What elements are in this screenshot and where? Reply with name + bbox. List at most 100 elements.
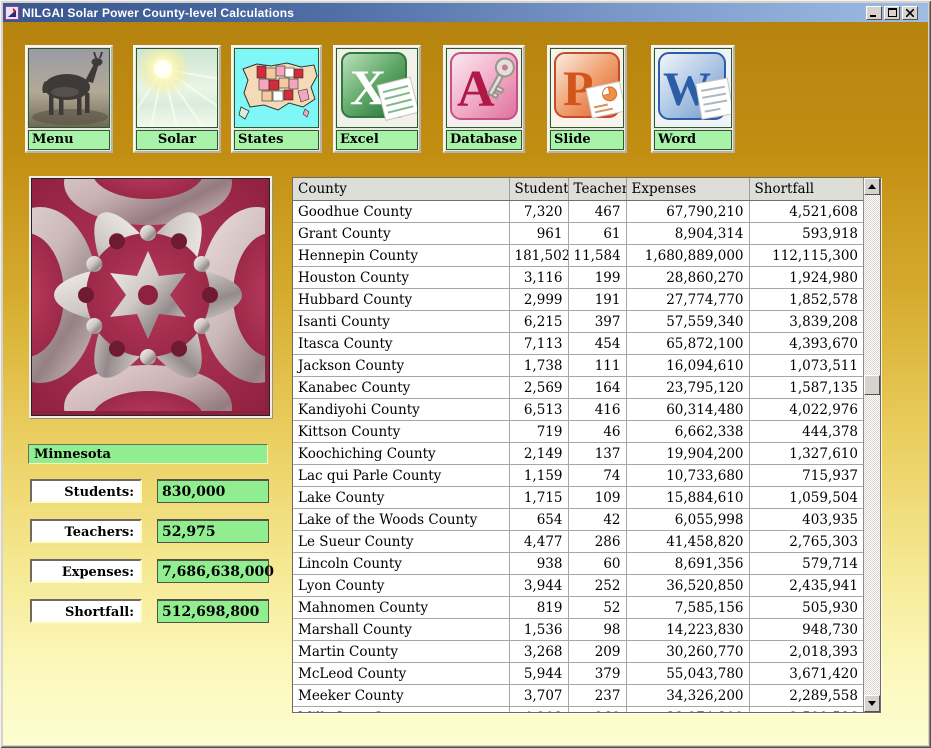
teachers-cell: 42 [568, 508, 627, 531]
table-row[interactable]: Grant County 961 61 8,904,314 593,918 [293, 222, 863, 245]
solar-button[interactable]: Solar [133, 45, 221, 153]
shortfall-cell: 2,599,586 [749, 706, 863, 712]
county-cell: Houston County [293, 266, 510, 289]
teachers-cell: 111 [568, 354, 627, 377]
teachers-cell: 237 [568, 684, 627, 707]
students-cell: 654 [509, 508, 569, 531]
shortfall-cell: 2,018,393 [749, 640, 863, 663]
table-row[interactable]: Kandiyohi County 6,513 416 60,314,480 4,… [293, 398, 863, 421]
county-cell: McLeod County [293, 662, 510, 685]
table-header-row: County Students Teachers Expenses Shortf… [293, 178, 863, 201]
shortfall-cell: 2,435,941 [749, 574, 863, 597]
scrollbar-track[interactable] [864, 195, 880, 695]
county-cell: Martin County [293, 640, 510, 663]
shortfall-cell: 1,059,504 [749, 486, 863, 509]
table-row[interactable]: Meeker County 3,707 237 34,326,200 2,289… [293, 684, 863, 707]
word-icon: W [654, 48, 732, 128]
expenses-column-header[interactable]: Expenses [626, 178, 750, 201]
table-row[interactable]: Houston County 3,116 199 28,860,270 1,92… [293, 266, 863, 289]
expenses-cell: 14,223,830 [626, 618, 750, 641]
students-cell: 4,477 [509, 530, 569, 553]
table-row[interactable]: Kanabec County 2,569 164 23,795,120 1,58… [293, 376, 863, 399]
app-icon [5, 5, 19, 20]
table-row[interactable]: Mahnomen County 819 52 7,585,156 505,930 [293, 596, 863, 619]
table-row[interactable]: Koochiching County 2,149 137 19,904,200 … [293, 442, 863, 465]
table-row[interactable]: Le Sueur County 4,477 286 41,458,820 2,7… [293, 530, 863, 553]
shortfall-cell: 1,852,578 [749, 288, 863, 311]
expenses-cell: 16,094,610 [626, 354, 750, 377]
minimize-button[interactable] [866, 5, 882, 20]
database-button[interactable]: A Database [443, 45, 525, 153]
table-row[interactable]: Goodhue County 7,320 467 67,790,210 4,52… [293, 200, 863, 223]
arrow-down-icon [868, 701, 876, 706]
table-row[interactable]: Jackson County 1,738 111 16,094,610 1,07… [293, 354, 863, 377]
shortfall-cell: 2,765,303 [749, 530, 863, 553]
states-button-label: States [234, 130, 319, 150]
table-row[interactable]: Hennepin County 181,502 11,584 1,680,889… [293, 244, 863, 267]
maximize-button[interactable] [884, 5, 900, 20]
teachers-cell: 286 [568, 530, 627, 553]
expenses-cell: 36,520,850 [626, 574, 750, 597]
expenses-value-field[interactable]: 7,686,638,000 [157, 559, 274, 583]
shortfall-value-field[interactable]: 512,698,800 [157, 599, 269, 623]
shortfall-cell: 579,714 [749, 552, 863, 575]
table-row[interactable]: Lincoln County 938 60 8,691,356 579,714 [293, 552, 863, 575]
county-cell: Mille Lacs County [293, 706, 510, 712]
expenses-cell: 55,043,780 [626, 662, 750, 685]
table-row[interactable]: Lyon County 3,944 252 36,520,850 2,435,9… [293, 574, 863, 597]
students-cell: 3,944 [509, 574, 569, 597]
table-row[interactable]: Mille Lacs County 4,208 269 38,974,300 2… [293, 706, 863, 712]
table-row[interactable]: McLeod County 5,944 379 55,043,780 3,671… [293, 662, 863, 685]
table-row[interactable]: Isanti County 6,215 397 57,559,340 3,839… [293, 310, 863, 333]
expenses-cell: 41,458,820 [626, 530, 750, 553]
students-cell: 181,502 [509, 244, 569, 267]
shortfall-cell: 1,924,980 [749, 266, 863, 289]
table-row[interactable]: Kittson County 719 46 6,662,338 444,378 [293, 420, 863, 443]
students-cell: 1,159 [509, 464, 569, 487]
expenses-cell: 19,904,200 [626, 442, 750, 465]
table-row[interactable]: Lake of the Woods County 654 42 6,055,99… [293, 508, 863, 531]
county-cell: Le Sueur County [293, 530, 510, 553]
table-row[interactable]: Lake County 1,715 109 15,884,610 1,059,5… [293, 486, 863, 509]
teachers-value-field[interactable]: 52,975 [157, 519, 269, 543]
close-button[interactable] [902, 5, 918, 20]
county-cell: Kittson County [293, 420, 510, 443]
states-button[interactable]: States [231, 45, 322, 153]
expenses-cell: 30,260,770 [626, 640, 750, 663]
students-cell: 2,569 [509, 376, 569, 399]
county-column-header[interactable]: County [293, 178, 510, 201]
shortfall-cell: 948,730 [749, 618, 863, 641]
county-cell: Meeker County [293, 684, 510, 707]
app-window: NILGAI Solar Power County-level Calculat… [0, 0, 931, 748]
students-cell: 6,215 [509, 310, 569, 333]
menu-button-label: Menu [28, 130, 110, 150]
arrow-up-icon [868, 184, 876, 189]
table-row[interactable]: Lac qui Parle County 1,159 74 10,733,680… [293, 464, 863, 487]
word-button[interactable]: W Word [651, 45, 735, 153]
students-column-header[interactable]: Students [509, 178, 569, 201]
table-row[interactable]: Hubbard County 2,999 191 27,774,770 1,85… [293, 288, 863, 311]
word-button-label: Word [654, 130, 732, 150]
scroll-down-button[interactable] [864, 695, 880, 712]
shortfall-cell: 505,930 [749, 596, 863, 619]
teachers-cell: 46 [568, 420, 627, 443]
teachers-cell: 61 [568, 222, 627, 245]
shortfall-column-header[interactable]: Shortfall [749, 178, 863, 201]
table-row[interactable]: Itasca County 7,113 454 65,872,100 4,393… [293, 332, 863, 355]
county-cell: Jackson County [293, 354, 510, 377]
students-label: Students: [30, 479, 142, 503]
table-row[interactable]: Martin County 3,268 209 30,260,770 2,018… [293, 640, 863, 663]
scroll-up-button[interactable] [864, 178, 880, 195]
teachers-column-header[interactable]: Teachers [568, 178, 627, 201]
students-value-field[interactable]: 830,000 [157, 479, 269, 503]
county-cell: Goodhue County [293, 200, 510, 223]
slide-button[interactable]: P Slide [547, 45, 627, 153]
scrollbar-thumb[interactable] [864, 375, 880, 395]
state-name-label: Minnesota [28, 444, 268, 464]
shortfall-cell: 3,671,420 [749, 662, 863, 685]
students-cell: 2,999 [509, 288, 569, 311]
students-cell: 819 [509, 596, 569, 619]
menu-button[interactable]: Menu [25, 45, 113, 153]
excel-button[interactable]: X Excel [333, 45, 421, 153]
table-row[interactable]: Marshall County 1,536 98 14,223,830 948,… [293, 618, 863, 641]
